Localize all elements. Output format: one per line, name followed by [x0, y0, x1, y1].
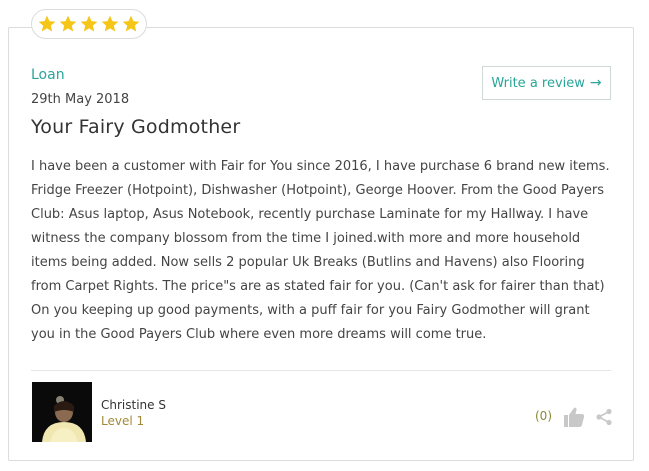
reviewer-tag[interactable]: Loan — [31, 67, 65, 83]
star-icon — [100, 14, 120, 34]
write-review-button[interactable]: Write a review → — [482, 66, 611, 100]
review-card: Loan 29th May 2018 Your Fairy Godmother … — [8, 27, 634, 461]
divider — [31, 370, 611, 371]
author-level: Level 1 — [101, 414, 145, 428]
star-icon — [58, 14, 78, 34]
write-review-label: Write a review — [491, 75, 585, 91]
share-icon[interactable] — [595, 408, 613, 426]
review-title: Your Fairy Godmother — [31, 116, 241, 138]
avatar[interactable] — [32, 382, 92, 442]
star-icon — [121, 14, 141, 34]
star-rating — [31, 9, 147, 39]
thumbs-up-icon[interactable] — [562, 405, 586, 429]
arrow-right-icon: → — [589, 75, 602, 91]
review-body: I have been a customer with Fair for You… — [31, 159, 610, 342]
helpful-count: (0) — [535, 409, 552, 423]
star-icon — [79, 14, 99, 34]
author-name[interactable]: Christine S — [101, 398, 166, 412]
review-date: 29th May 2018 — [31, 92, 130, 107]
star-icon — [37, 14, 57, 34]
